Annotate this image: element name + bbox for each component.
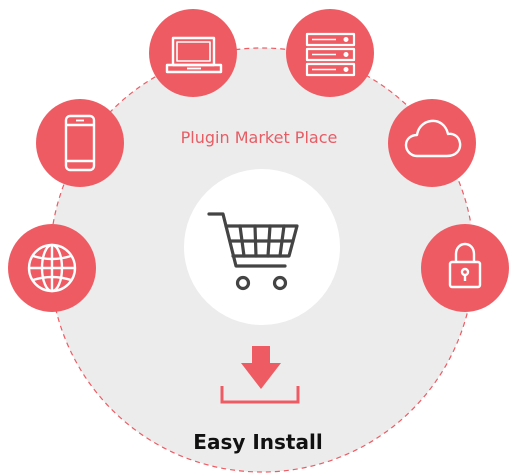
cart-circle <box>184 169 340 325</box>
lock-node[interactable] <box>421 224 509 312</box>
globe-icon <box>27 243 77 293</box>
laptop-node[interactable] <box>149 9 237 97</box>
server-node[interactable] <box>286 9 374 97</box>
server-icon <box>305 32 356 77</box>
easy-install-label: Easy Install <box>193 430 322 454</box>
globe-node[interactable] <box>8 224 96 312</box>
diagram-title: Plugin Market Place <box>181 128 338 147</box>
smartphone-node[interactable] <box>36 99 124 187</box>
plugin-market-diagram: Plugin Market Place Easy Install <box>8 9 509 473</box>
cloud-node[interactable] <box>388 99 476 187</box>
